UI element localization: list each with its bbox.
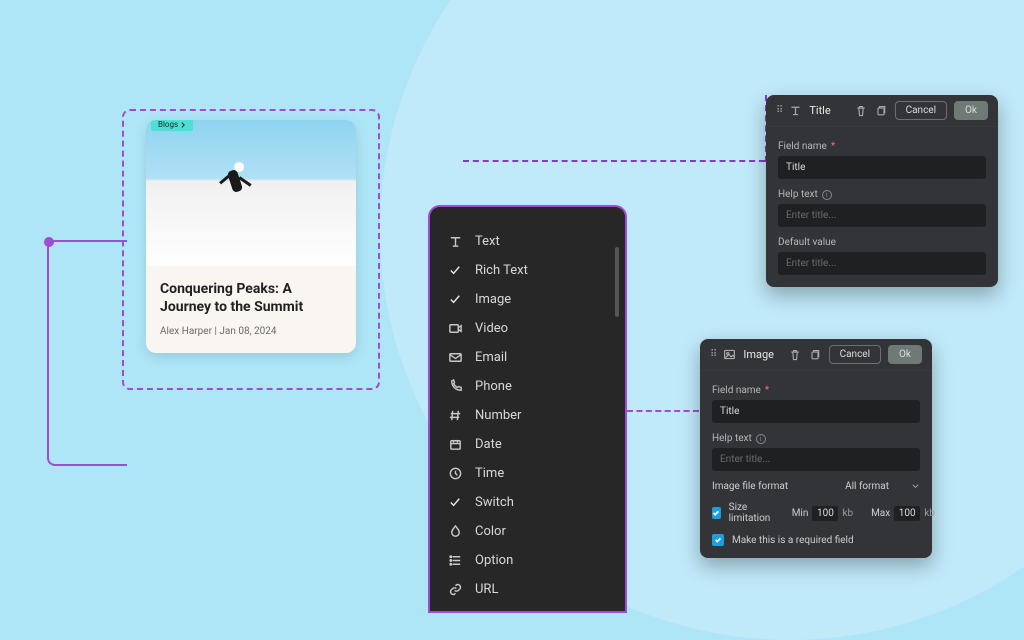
size-limit-checkbox[interactable] — [712, 507, 721, 519]
list-icon — [448, 553, 463, 568]
blog-author: Alex Harper — [160, 326, 212, 337]
drag-handle-icon[interactable]: ⠿ — [710, 349, 716, 360]
default-value-input[interactable] — [778, 252, 986, 275]
min-size-input[interactable] — [812, 506, 838, 521]
chevron-right-icon — [180, 122, 186, 128]
field-type-time[interactable]: Time — [434, 459, 621, 488]
field-type-rich-text[interactable]: Rich Text — [434, 256, 621, 285]
check-icon — [448, 495, 463, 510]
help-text-label: Help texti — [778, 189, 986, 200]
blog-badge[interactable]: Blogs — [151, 120, 193, 131]
field-type-video[interactable]: Video — [434, 314, 621, 343]
field-type-color[interactable]: Color — [434, 517, 621, 546]
field-type-file[interactable]: File — [434, 604, 621, 613]
field-name-input[interactable] — [778, 156, 986, 179]
blog-meta: Alex Harper | Jan 08, 2024 — [160, 326, 342, 337]
max-size-input[interactable] — [894, 506, 920, 521]
required-label: Make this is a required field — [732, 535, 854, 546]
scrollbar[interactable] — [615, 247, 619, 317]
mail-icon — [448, 350, 463, 365]
connector-left — [47, 240, 127, 466]
drag-handle-icon[interactable]: ⠿ — [776, 105, 782, 116]
field-type-email[interactable]: Email — [434, 343, 621, 372]
blog-title: Conquering Peaks: A Journey to the Summi… — [160, 280, 342, 316]
field-type-label: Email — [475, 350, 507, 365]
field-type-label: Date — [475, 437, 502, 452]
max-size: Max kb — [871, 506, 935, 521]
cancel-button[interactable]: Cancel — [829, 345, 881, 364]
clock-icon — [448, 466, 463, 481]
field-type-label: Text — [475, 234, 500, 249]
chevron-down-icon — [911, 482, 920, 491]
trash-icon[interactable] — [789, 348, 802, 361]
image-icon — [723, 348, 736, 361]
field-type-label: Time — [475, 466, 504, 481]
help-text-input[interactable] — [778, 204, 986, 227]
skier-illustration — [224, 164, 246, 204]
copy-icon[interactable] — [875, 104, 888, 117]
field-type-label: Image — [475, 292, 511, 307]
required-checkbox[interactable] — [712, 534, 724, 546]
panel-heading: Image — [743, 348, 781, 361]
field-type-list: Text Rich Text Image Video Email Phone Number D… — [428, 205, 627, 613]
field-type-label: Option — [475, 553, 513, 568]
panel-heading: Title — [809, 104, 847, 117]
field-type-phone[interactable]: Phone — [434, 372, 621, 401]
image-field-panel: ⠿ Image Cancel Ok Field name* Help texti… — [700, 339, 932, 558]
connector-to-title-h — [463, 160, 765, 162]
field-type-image[interactable]: Image — [434, 285, 621, 314]
help-text-label: Help texti — [712, 433, 920, 444]
field-type-label: Color — [475, 524, 506, 539]
text-icon — [448, 234, 463, 249]
link-icon — [448, 582, 463, 597]
title-field-panel: ⠿ Title Cancel Ok Field name* Help texti… — [766, 95, 998, 287]
check-icon — [448, 263, 463, 278]
field-type-label: URL — [475, 582, 498, 597]
blog-badge-label: Blogs — [158, 120, 178, 129]
info-icon[interactable]: i — [822, 190, 832, 200]
info-icon[interactable]: i — [756, 434, 766, 444]
field-type-label: Phone — [475, 379, 512, 394]
ok-button[interactable]: Ok — [954, 101, 988, 120]
hash-icon — [448, 408, 463, 423]
image-format-label: Image file format — [712, 481, 788, 492]
default-value-label: Default value — [778, 237, 986, 248]
min-size: Min kb — [792, 506, 853, 521]
check-icon — [448, 292, 463, 307]
field-type-date[interactable]: Date — [434, 430, 621, 459]
image-format-value: All format — [845, 481, 889, 492]
drop-icon — [448, 524, 463, 539]
field-name-label: Field name* — [712, 385, 920, 396]
blog-date: Jan 08, 2024 — [219, 326, 276, 337]
blog-card: Blogs Conquering Peaks: A Journey to the… — [146, 120, 356, 353]
cancel-button[interactable]: Cancel — [895, 101, 947, 120]
size-limit-label: Size limitation — [729, 502, 774, 524]
field-type-url[interactable]: URL — [434, 575, 621, 604]
video-icon — [448, 321, 463, 336]
field-type-switch[interactable]: Switch — [434, 488, 621, 517]
trash-icon[interactable] — [855, 104, 868, 117]
phone-icon — [448, 379, 463, 394]
blog-image — [146, 120, 356, 266]
field-type-label: Rich Text — [475, 263, 528, 278]
ok-button[interactable]: Ok — [888, 345, 922, 364]
image-format-select[interactable]: All format — [845, 481, 920, 492]
calendar-icon — [448, 437, 463, 452]
field-name-input[interactable] — [712, 400, 920, 423]
field-type-option[interactable]: Option — [434, 546, 621, 575]
text-icon — [789, 104, 802, 117]
field-name-label: Field name* — [778, 141, 986, 152]
connector-to-image — [627, 410, 699, 412]
copy-icon[interactable] — [809, 348, 822, 361]
field-type-label: Number — [475, 408, 521, 423]
field-type-text[interactable]: Text — [434, 227, 621, 256]
field-type-number[interactable]: Number — [434, 401, 621, 430]
field-type-label: Switch — [475, 495, 514, 510]
help-text-input[interactable] — [712, 448, 920, 471]
field-type-label: Video — [475, 321, 508, 336]
